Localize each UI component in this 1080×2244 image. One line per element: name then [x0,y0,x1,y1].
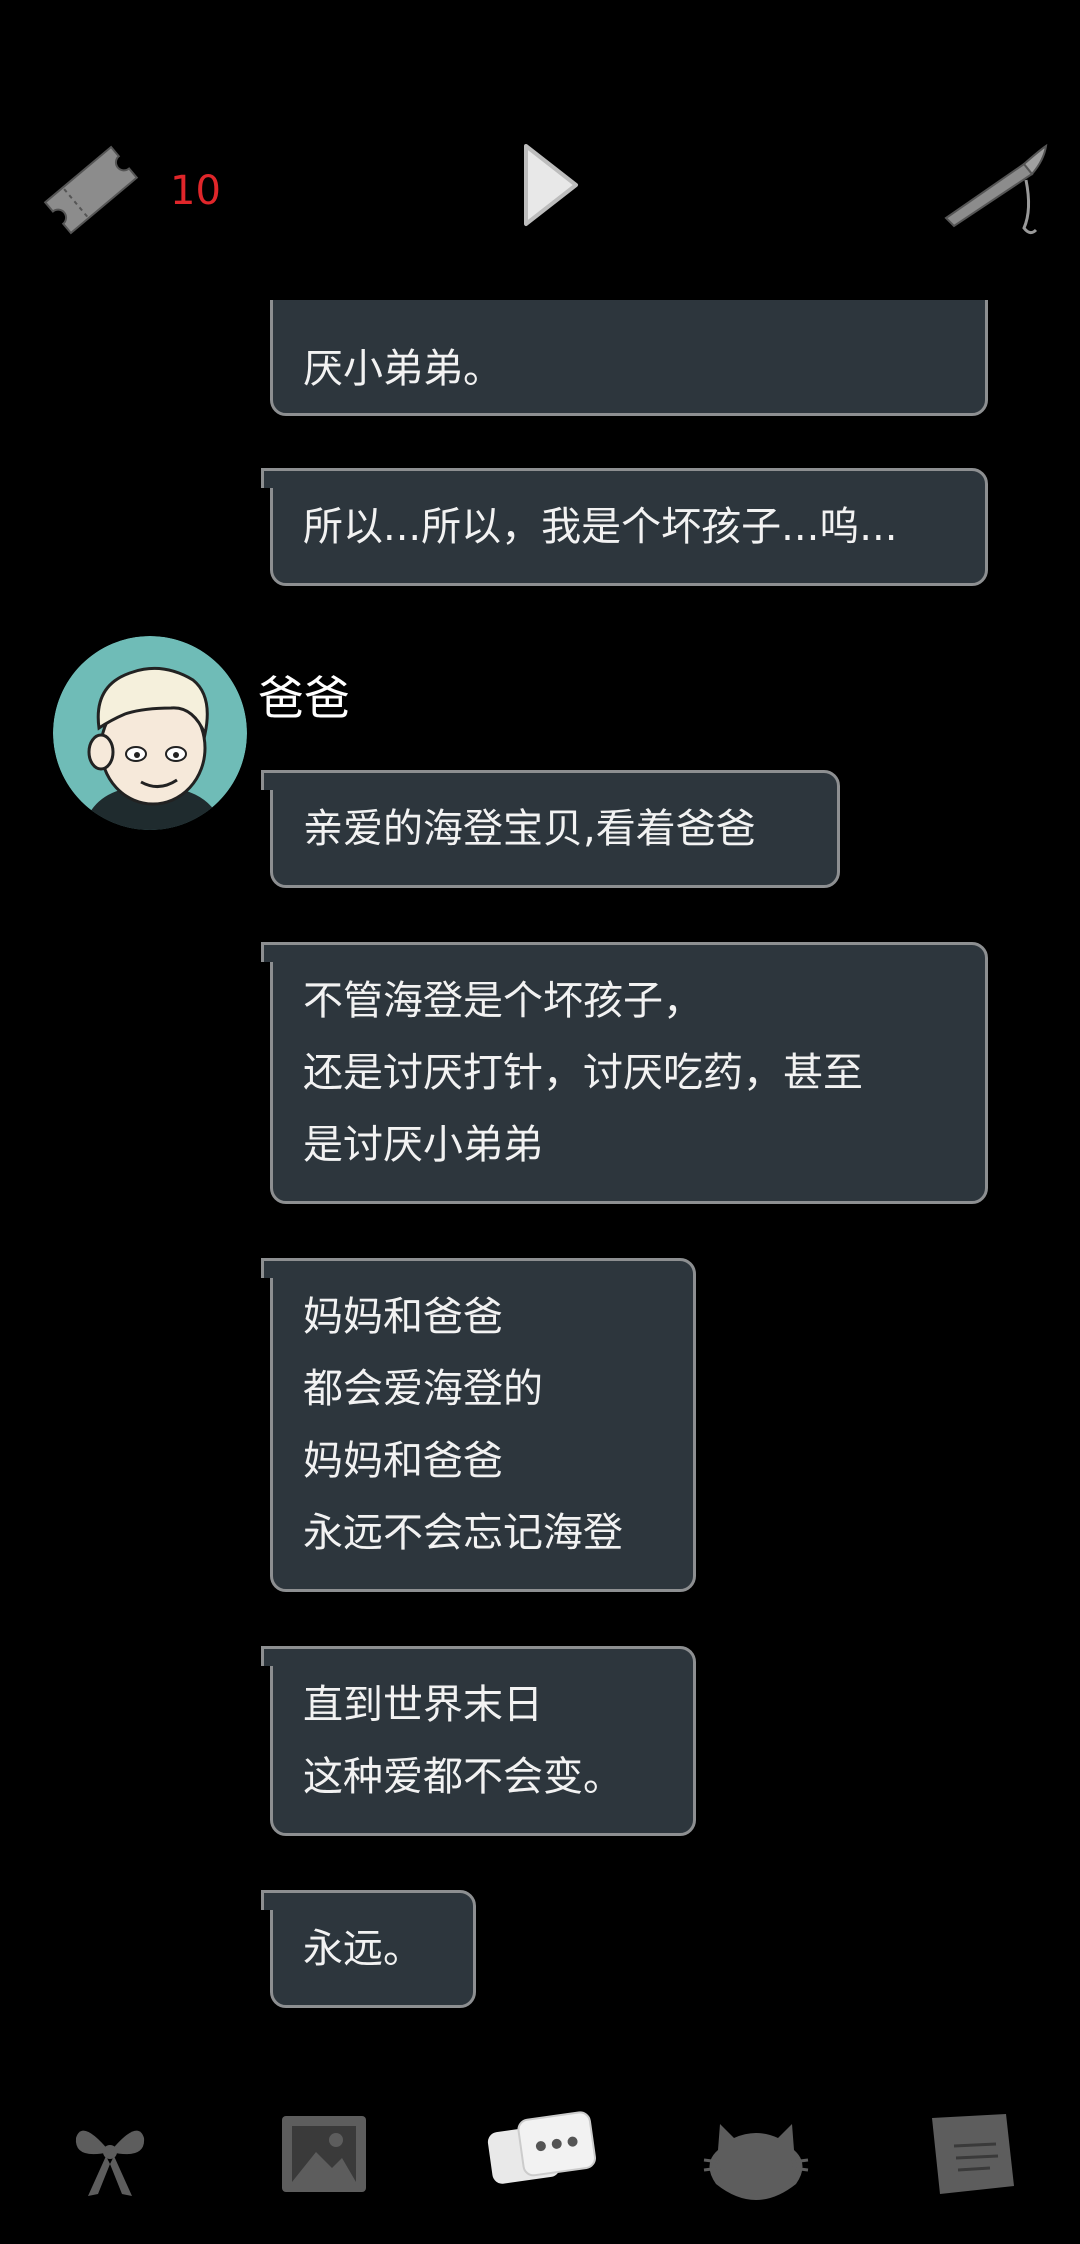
message-bubble: 所以...所以，我是个坏孩子...呜... [261,468,988,586]
message-text: 这种爱都不会变。 [303,1754,623,1800]
avatar-dad[interactable] [53,636,247,830]
ticket-count: 10 [170,168,221,214]
message-text: 妈妈和爸爸 [303,1438,503,1484]
message-bubble: 亲爱的海登宝贝,看着爸爸 [261,770,840,888]
message-text: 还是讨厌打针，讨厌吃药，甚至 [303,1050,863,1096]
message-bubble: 厌小弟弟。 [270,300,988,416]
message-text: 所以...所以，我是个坏孩子...呜... [303,504,898,550]
notes-icon[interactable] [924,2106,1020,2202]
message-text: 是讨厌小弟弟 [303,1122,543,1168]
message-text: 直到世界末日 [303,1682,543,1728]
quill-pen-icon[interactable] [940,140,1050,240]
ticket-icon[interactable] [36,135,146,245]
sender-name: 爸爸 [258,671,350,725]
message-bubble: 妈妈和爸爸 都会爱海登的 妈妈和爸爸 永远不会忘记海登 [261,1258,696,1592]
message-text: 永远。 [303,1926,423,1972]
bottom-nav [0,2060,1080,2244]
message-text: 亲爱的海登宝贝,看着爸爸 [303,806,756,852]
top-bar: 10 [0,0,1080,300]
chat-area[interactable]: 厌小弟弟。 所以...所以，我是个坏孩子...呜... 爸爸 亲爱的海登宝贝,看… [0,300,1080,2060]
cat-icon[interactable] [700,2104,812,2204]
message-text: 不管海登是个坏孩子， [303,978,703,1024]
message-bubble: 不管海登是个坏孩子， 还是讨厌打针，讨厌吃药，甚至 是讨厌小弟弟 [261,942,988,1204]
message-text: 都会爱海登的 [303,1366,543,1412]
message-text: 厌小弟弟。 [303,346,503,392]
message-bubble: 直到世界末日 这种爱都不会变。 [261,1646,696,1836]
chat-icon[interactable] [484,2104,600,2204]
play-icon[interactable] [518,140,582,230]
message-text: 妈妈和爸爸 [303,1294,503,1340]
bow-icon[interactable] [62,2108,158,2204]
message-bubble: 永远。 [261,1890,476,2008]
photo-icon[interactable] [276,2106,372,2202]
message-text: 永远不会忘记海登 [303,1510,623,1556]
dad-portrait-icon [53,636,247,830]
